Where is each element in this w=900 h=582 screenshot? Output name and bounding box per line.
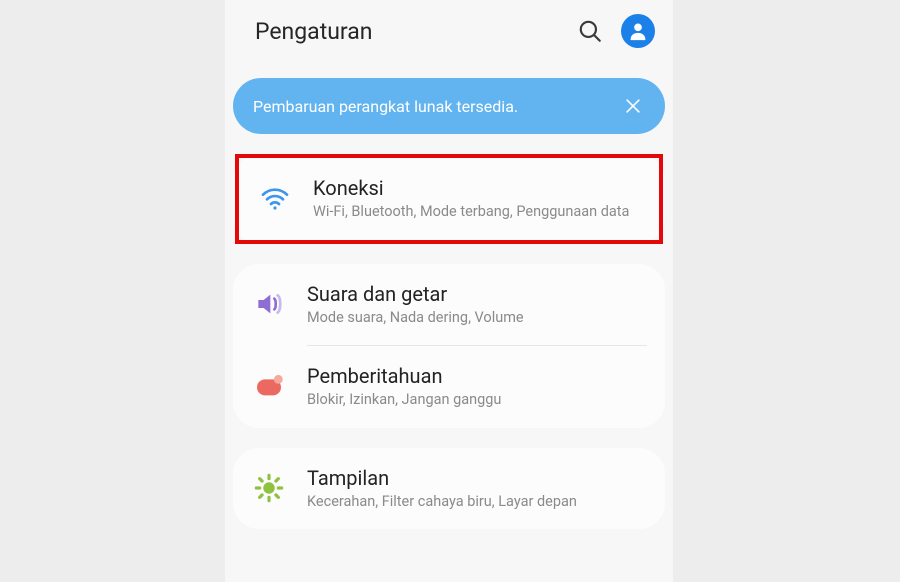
sound-notif-card: Suara dan getar Mode suara, Nada dering,… bbox=[233, 264, 665, 428]
item-subtitle: Mode suara, Nada dering, Volume bbox=[307, 308, 649, 328]
item-body: Tampilan Kecerahan, Filter cahaya biru, … bbox=[307, 466, 649, 512]
item-title: Koneksi bbox=[313, 176, 643, 200]
item-title: Tampilan bbox=[307, 466, 649, 490]
update-banner[interactable]: Pembaruan perangkat lunak tersedia. bbox=[233, 78, 665, 134]
settings-item-connections[interactable]: Koneksi Wi-Fi, Bluetooth, Mode terbang, … bbox=[235, 154, 663, 244]
search-icon bbox=[577, 18, 603, 44]
item-body: Suara dan getar Mode suara, Nada dering,… bbox=[307, 282, 649, 328]
person-icon bbox=[627, 20, 649, 42]
account-button[interactable] bbox=[621, 14, 655, 48]
item-subtitle: Wi-Fi, Bluetooth, Mode terbang, Pengguna… bbox=[313, 202, 643, 222]
item-body: Koneksi Wi-Fi, Bluetooth, Mode terbang, … bbox=[313, 176, 643, 222]
header: Pengaturan bbox=[225, 0, 673, 62]
item-subtitle: Blokir, Izinkan, Jangan ganggu bbox=[307, 390, 649, 410]
display-card: Tampilan Kecerahan, Filter cahaya biru, … bbox=[233, 448, 665, 530]
connections-card: Koneksi Wi-Fi, Bluetooth, Mode terbang, … bbox=[233, 154, 665, 244]
search-button[interactable] bbox=[577, 18, 603, 44]
settings-item-display[interactable]: Tampilan Kecerahan, Filter cahaya biru, … bbox=[233, 448, 665, 530]
settings-screen: Pengaturan Pembaruan perangkat lunak ter… bbox=[225, 0, 673, 582]
banner-text: Pembaruan perangkat lunak tersedia. bbox=[253, 97, 621, 116]
banner-close-button[interactable] bbox=[621, 94, 645, 118]
brightness-icon bbox=[251, 470, 287, 506]
wifi-icon bbox=[257, 180, 293, 216]
speaker-icon bbox=[251, 286, 287, 322]
page-title: Pengaturan bbox=[255, 18, 577, 45]
item-subtitle: Kecerahan, Filter cahaya biru, Layar dep… bbox=[307, 492, 649, 512]
settings-item-notifications[interactable]: Pemberitahuan Blokir, Izinkan, Jangan ga… bbox=[233, 346, 665, 428]
item-title: Suara dan getar bbox=[307, 282, 649, 306]
close-icon bbox=[623, 96, 643, 116]
item-body: Pemberitahuan Blokir, Izinkan, Jangan ga… bbox=[307, 364, 649, 410]
settings-item-sound[interactable]: Suara dan getar Mode suara, Nada dering,… bbox=[233, 264, 665, 346]
item-title: Pemberitahuan bbox=[307, 364, 649, 388]
header-actions bbox=[577, 14, 655, 48]
notification-icon bbox=[251, 368, 287, 404]
